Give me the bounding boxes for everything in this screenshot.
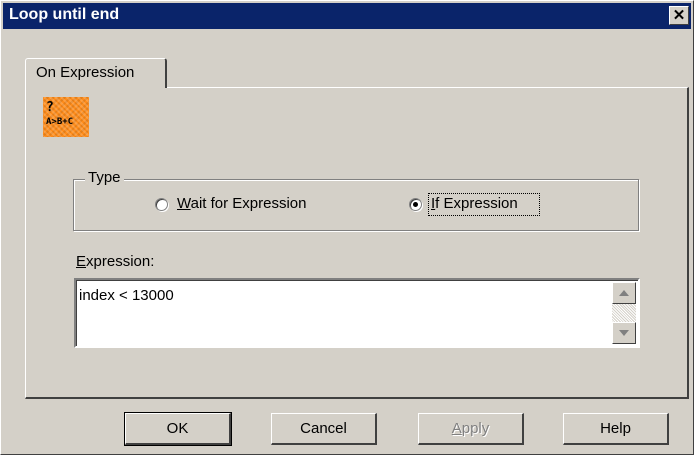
expression-value: index < 13000 (79, 287, 174, 304)
vertical-scrollbar[interactable] (612, 282, 636, 344)
help-button-label: Help (600, 420, 631, 437)
close-button[interactable]: ✕ (669, 6, 689, 25)
expression-textarea[interactable]: index < 13000 (74, 278, 640, 348)
tab-on-expression[interactable]: On Expression (25, 58, 167, 88)
scroll-down-button[interactable] (612, 322, 636, 344)
type-group-legend: Type (85, 169, 124, 186)
radio-selected-dot (413, 202, 418, 207)
apply-button-label: Apply (451, 420, 490, 437)
tab-label: On Expression (36, 64, 135, 81)
dialog-window: Loop until end ✕ On Expression ? A>B+C T… (0, 0, 694, 455)
help-button[interactable]: Help (563, 413, 669, 445)
wait-for-expression-radio[interactable] (155, 198, 168, 211)
scroll-up-button[interactable] (612, 282, 636, 304)
ok-button[interactable]: OK (124, 412, 232, 446)
window-title: Loop until end (9, 6, 120, 23)
arrow-down-icon (619, 330, 629, 336)
if-expression-radio[interactable] (409, 198, 422, 211)
apply-button[interactable]: Apply (418, 413, 524, 445)
title-bar[interactable]: Loop until end ✕ (3, 3, 691, 29)
ok-button-label: OK (166, 420, 189, 437)
expression-field-label: Expression: (76, 253, 155, 270)
expression-icon-bottom: A>B+C (46, 117, 73, 127)
close-icon: ✕ (672, 7, 686, 24)
expression-icon-top: ? (46, 100, 54, 115)
wait-for-expression-label[interactable]: Wait for Expression (177, 195, 307, 212)
tab-panel (25, 87, 689, 399)
if-expression-label[interactable]: If Expression (431, 195, 518, 212)
cancel-button-label: Cancel (300, 420, 347, 437)
expression-icon: ? A>B+C (43, 97, 89, 137)
arrow-up-icon (619, 290, 629, 296)
cancel-button[interactable]: Cancel (271, 413, 377, 445)
